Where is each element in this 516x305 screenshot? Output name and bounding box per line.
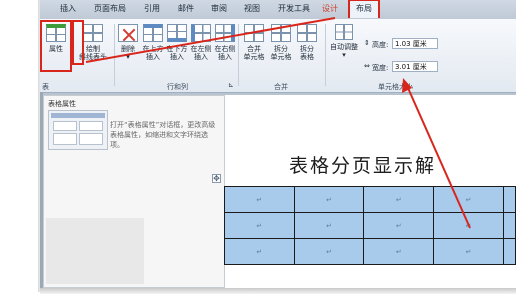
arrow-head-icon xyxy=(402,78,412,93)
arrow-to-table xyxy=(407,87,471,229)
annotation-arrows xyxy=(85,17,471,229)
screenshot-root: { "tabs": [ {"label": "插入"}, {"label": "… xyxy=(0,0,516,305)
arrow-to-layout-tab xyxy=(85,17,336,63)
